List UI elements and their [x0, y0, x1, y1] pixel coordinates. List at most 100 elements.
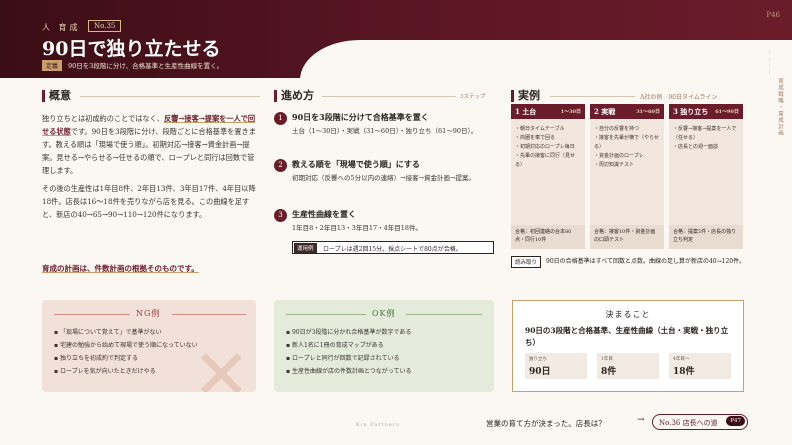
example-tag: 運用例: [294, 243, 317, 253]
step-title: 教える順を「現場で使う順」にする: [292, 159, 420, 169]
jitsurei-heading: 実例: [511, 90, 540, 102]
divider: [286, 314, 366, 315]
kpi-value: 18件: [673, 367, 695, 377]
column-days: 61〜90日: [715, 109, 739, 115]
ok-item: 生産性曲線が店の件数計画とつながっている: [291, 368, 412, 375]
gaiyo-text: です。90日を3段階に分け、段階ごとに合格基準を置きます。教える順は「現場で使う…: [42, 127, 256, 175]
brand-mark: Kin Partners: [356, 422, 400, 428]
list-item: ・反響→接客→提案を一人で（任せる）: [673, 126, 737, 141]
list-item: ▪ 「现場について覚えて」で基準がない: [54, 329, 162, 336]
column-days: 31〜60日: [636, 109, 660, 115]
list-item: ▪ ロープレと同行が回数で記録されている: [286, 355, 400, 362]
list-item: ▪ 新人1名に1冊の育成マップがある: [286, 342, 384, 349]
list-item: ・朝日タイムテーブル: [515, 126, 565, 132]
list-item: ▪ 宅建の勉強から始めて現場で使う順になっていない: [54, 342, 198, 349]
list-item: ▪ ロープレを気が向いたときだけやる: [54, 368, 156, 375]
list-item: ▪ 生産性曲線が店の件数計画とつながっている: [286, 368, 412, 375]
column-list: ・自分の反響を持つ ・接客を先輩が横で（やらせる） ・資金計画のロープレ ・周辺…: [590, 119, 664, 176]
timeline-subtitle: A社の例 90日タイムライン: [640, 94, 718, 101]
list-item: ・初期対応のロープレ毎日: [515, 144, 575, 150]
divider: [406, 314, 482, 315]
steps-label: 3ステップ: [460, 94, 486, 100]
list-item: ・先輩の接客に同行（見せる）: [515, 153, 576, 168]
ng-item: ロープレを気が向いたときだけやる: [59, 368, 156, 375]
gaiyo-body: 独り立ちとは初成約のことではなく、反響→接客→提案を一人で回せる状態です。90日…: [42, 112, 260, 221]
decision-heading: 決まること: [605, 310, 651, 319]
next-page-badge: P47: [726, 416, 745, 426]
ok-heading: OK例: [372, 309, 396, 318]
step-desc: 1年目8・2年目13・3年目17・4年目18件。: [292, 224, 422, 232]
column-days: 1〜30日: [560, 109, 581, 115]
divider: [172, 314, 246, 315]
ok-box: OK例 ▪ 90日が3段階に分かれ合格基準が数字である ▪ 新人1名に1冊の育成…: [274, 300, 494, 392]
page-number: P46: [766, 11, 780, 19]
ok-item: ロープレと同行が回数で記録されている: [291, 355, 400, 362]
column-header: 1 土台 1〜30日: [511, 104, 585, 119]
next-link-label: No.36 店長への道: [659, 419, 718, 427]
cross-icon: ✕: [192, 334, 251, 392]
step-number: 3: [274, 209, 287, 222]
decision-text: 90日の3段階と合格基準、生産性曲線（土台・実戦・独り立ち）: [525, 326, 729, 347]
column-pass-criteria: 合格：接客10件・資金計画の口頭テスト: [590, 225, 664, 249]
timeline-column: 3 独り立ち 61〜90日 ・反響→接客→提案を一人で（任せる） ・店長との週一面…: [669, 104, 743, 249]
timeline-column: 1 土台 1〜30日 ・朝日タイムテーブル ・商圏を車で回る ・初期対応のロープレ…: [511, 104, 585, 249]
example-box: 運用例 ロープレは週2回15分。採点シートで80点が合格。: [292, 241, 494, 254]
susumekata-heading: 進め方: [274, 90, 314, 102]
gaiyo-emphasis: 育成の計画は、件数計画の根拠そのものです。: [42, 264, 199, 273]
divider: [80, 96, 260, 97]
ng-item: 宅建の勉強から始めて現場で使う順になっていない: [59, 342, 198, 349]
column-list: ・朝日タイムテーブル ・商圏を車で回る ・初期対応のロープレ毎日 ・先輩の接客に…: [511, 119, 585, 176]
kpi-value: 8件: [601, 367, 617, 377]
divider: [550, 96, 635, 97]
step-number: 1: [274, 112, 287, 125]
step-title: 90日を3段階に分けて合格基準を置く: [292, 112, 429, 122]
kpi-label: 4年目〜: [673, 357, 690, 362]
section-kicker: 人 育成: [42, 23, 81, 32]
step-desc: 土台（1〜30日）・実戦（31〜60日）・独り立ち（61〜90日）。: [292, 127, 478, 135]
kpi-label: 1年目: [601, 357, 613, 362]
list-item: ・資金計画のロープレ: [594, 153, 644, 159]
step-title: 生産性曲線を置く: [292, 209, 356, 219]
ng-box: ✕ NG例 ▪ 「现場について覚えて」で基準がない ▪ 宅建の勉強から始めて現場…: [42, 300, 256, 392]
example-text: ロープレは週2回15分。採点シートで80点が合格。: [323, 246, 462, 253]
definition-tag: 定義: [42, 60, 63, 71]
reading-text: 90日の合格基準はすべて回数と点数。曲線の足し算が新店の40→120件。: [546, 258, 746, 265]
timeline-column: 2 実戦 31〜60日 ・自分の反響を持つ ・接客を先輩が横で（やらせる） ・資金…: [590, 104, 664, 249]
next-page-link[interactable]: No.36 店長への道 P47: [652, 414, 748, 430]
list-item: ・店長との週一面談: [673, 144, 718, 150]
column-title: 2 実戦: [594, 107, 616, 116]
ng-item: 「现場について覚えて」で基準がない: [59, 329, 162, 336]
next-question: 営業の育て方が決まった。店長は？: [486, 419, 606, 428]
ok-list: ▪ 90日が3段階に分かれ合格基準が数字である ▪ 新人1名に1冊の育成マップが…: [286, 326, 411, 378]
kpi-card: 独り立ち 90日: [525, 353, 587, 379]
list-item: ・自分の反響を持つ: [594, 126, 640, 132]
ok-item: 新人1名に1冊の育成マップがある: [291, 342, 384, 349]
column-header: 2 実戦 31〜60日: [590, 104, 664, 119]
column-pass-criteria: 合格：初回連絡の台本80点・同行10件: [511, 225, 585, 249]
ng-list: ▪ 「现場について覚えて」で基準がない ▪ 宅建の勉強から始めて現場で使う順にな…: [54, 326, 198, 378]
gaiyo-text: 独り立ちとは初成約のことではなく、: [42, 114, 164, 123]
vertical-section-label: 育成戦略・育成計画: [777, 78, 783, 137]
reading-tag: 読み取り: [511, 256, 542, 268]
list-item: ・周辺知識テスト: [594, 162, 635, 168]
step-desc: 初期対応（反響への5分以内の連絡）→接客→資金計画→提案。: [292, 174, 475, 182]
column-list: ・反響→接客→提案を一人で（任せる） ・店長との週一面談: [669, 119, 743, 158]
decision-box: 決まること 90日の3段階と合格基準、生産性曲線（土台・実戦・独り立ち） 独り立…: [512, 300, 744, 392]
list-item: ▪ 独り立ちを初成約で判定する: [54, 355, 138, 362]
list-item: ▪ 90日が3段階に分かれ合格基準が数字である: [286, 329, 412, 336]
vertical-dash: — — — —: [766, 50, 772, 75]
definition-text: 90日を3段階に分け、合格基準と生産性曲線を置く。: [68, 62, 224, 70]
gaiyo-heading: 概意: [42, 90, 71, 102]
divider: [322, 96, 456, 97]
item-number: No.35: [88, 20, 122, 32]
ng-heading: NG例: [136, 309, 161, 318]
column-title: 1 土台: [515, 107, 537, 116]
arrow-right-icon: →: [637, 415, 645, 425]
ok-item: 90日が3段階に分かれ合格基準が数字である: [291, 329, 412, 336]
column-title: 3 独り立ち: [673, 107, 709, 116]
step-number: 2: [274, 159, 287, 172]
kpi-value: 90日: [529, 367, 551, 377]
kpi-card: 1年目 8件: [597, 353, 659, 379]
kpi-label: 独り立ち: [529, 357, 547, 362]
divider: [54, 314, 130, 315]
